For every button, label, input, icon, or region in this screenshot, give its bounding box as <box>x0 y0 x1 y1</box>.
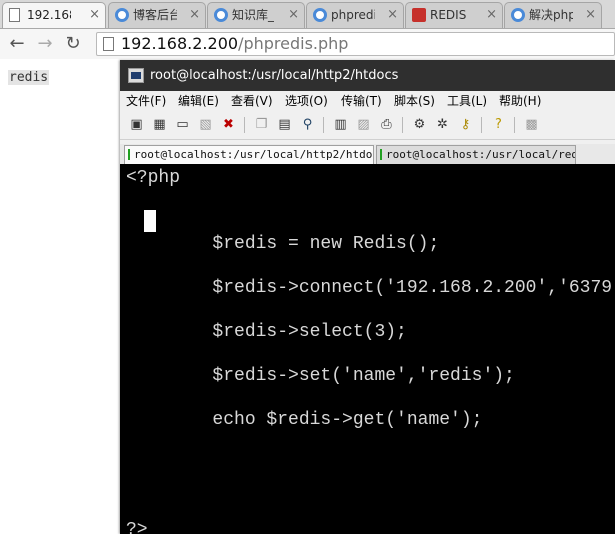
terminal-toolbar: ▣ ▦ ▭ ▧ ✖ ❐ ▤ ⚲ ▥ ▨ ⎙ ⚙ ✲ ⚷ ? ▩ <box>120 111 615 140</box>
url-path: /phpredis.php <box>238 34 349 53</box>
menu-view[interactable]: 查看(V) <box>231 91 273 111</box>
menu-options[interactable]: 选项(O) <box>285 91 328 111</box>
help-icon[interactable]: ? <box>490 116 507 133</box>
menu-tools[interactable]: 工具(L) <box>447 91 487 111</box>
code-line-4: $redis->select(3); <box>126 322 407 342</box>
reload-icon[interactable]: ↻ <box>62 33 84 55</box>
session-tab-redis[interactable]: root@localhost:/usr/local/redis <box>376 145 576 164</box>
terminal-menubar: 文件(F) 编辑(E) 查看(V) 选项(O) 传输(T) 脚本(S) 工具(L… <box>120 91 615 111</box>
code-line-3: $redis->connect('192.168.2.200','6379'); <box>126 278 615 298</box>
terminal-app-icon <box>128 68 144 83</box>
close-icon[interactable]: × <box>189 3 200 27</box>
terminal-window: root@localhost:/usr/local/http2/htdocs 文… <box>120 60 615 534</box>
text-cursor <box>144 210 156 232</box>
browser-tab-4[interactable]: phpredis × <box>306 2 404 28</box>
terminal-console[interactable]: <?php $redis = new Redis(); $redis->conn… <box>120 164 615 534</box>
chrome-icon <box>511 8 525 22</box>
forward-icon[interactable]: → <box>34 33 56 55</box>
session-status-indicator <box>380 149 382 160</box>
code-line-2: $redis = new Redis(); <box>126 234 440 254</box>
keymap-icon[interactable]: ✲ <box>434 116 451 133</box>
page-icon <box>9 8 20 22</box>
code-line-6: echo $redis->get('name'); <box>126 410 483 430</box>
browser-tab-6[interactable]: 解决php × <box>504 2 602 28</box>
disconnect-all-icon[interactable]: ▧ <box>197 116 214 133</box>
browser-tab-5[interactable]: REDIS × <box>405 2 503 28</box>
copy-icon[interactable]: ❐ <box>253 116 270 133</box>
key-icon[interactable]: ⚷ <box>457 116 474 133</box>
tab-label: 博客后台 <box>133 8 177 22</box>
menu-edit[interactable]: 编辑(E) <box>178 91 219 111</box>
session-tab-htdocs[interactable]: root@localhost:/usr/local/http2/htdocs <box>124 145 374 164</box>
toolbar-separator <box>323 117 324 133</box>
tab-label: REDIS <box>430 8 467 22</box>
code-line-5: $redis->set('name','redis'); <box>126 366 515 386</box>
toolbar-separator <box>244 117 245 133</box>
menu-file[interactable]: 文件(F) <box>126 91 166 111</box>
session-tab-bar: root@localhost:/usr/local/http2/htdocs r… <box>120 144 615 164</box>
print-icon[interactable]: ⎙ <box>378 116 395 133</box>
session-status-indicator <box>128 149 130 160</box>
toolbar-separator <box>514 117 515 133</box>
chrome-icon <box>115 8 129 22</box>
tab-label: 解决php <box>529 8 573 22</box>
menu-help[interactable]: 帮助(H) <box>499 91 541 111</box>
close-icon[interactable]: × <box>387 3 398 27</box>
close-icon[interactable]: × <box>288 3 299 27</box>
session-tab-label: root@localhost:/usr/local/redis <box>386 148 576 161</box>
terminal-title: root@localhost:/usr/local/http2/htdocs <box>150 68 399 83</box>
page-output-text: redis <box>8 70 50 85</box>
page-icon <box>103 37 114 51</box>
open-folder-icon[interactable]: ▭ <box>174 116 191 133</box>
paste-icon[interactable]: ▤ <box>276 116 293 133</box>
browser-tab-strip: 192.168 × 博客后台 × 知识库_ × phpredis × REDIS… <box>0 0 615 29</box>
chrome-icon <box>313 8 327 22</box>
tab-label: 192.168 <box>27 8 71 22</box>
close-icon[interactable]: × <box>486 3 497 27</box>
chrome-icon <box>214 8 228 22</box>
tab-label: phpredis <box>331 8 375 22</box>
toolbar-separator <box>402 117 403 133</box>
print-setup-icon[interactable]: ▥ <box>332 116 349 133</box>
browser-tab-1[interactable]: 192.168 × <box>2 2 106 28</box>
close-icon[interactable]: × <box>89 3 100 27</box>
browser-tab-3[interactable]: 知识库_ × <box>207 2 305 28</box>
toolbar-separator <box>481 117 482 133</box>
session-options-icon[interactable]: ▨ <box>355 116 372 133</box>
url-host: 192.168.2.200 <box>121 34 239 53</box>
session-tab-label: root@localhost:/usr/local/http2/htdocs <box>134 148 374 161</box>
settings-icon[interactable]: ⚙ <box>411 116 428 133</box>
code-line-1: <?php <box>126 168 181 188</box>
menu-script[interactable]: 脚本(S) <box>394 91 435 111</box>
address-bar[interactable]: 192.168.2.200/phpredis.php <box>96 32 615 56</box>
menu-transfer[interactable]: 传输(T) <box>341 91 382 111</box>
new-session-icon[interactable]: ▣ <box>128 116 145 133</box>
reconnect-icon[interactable]: ▦ <box>151 116 168 133</box>
log-icon[interactable]: ▩ <box>523 116 540 133</box>
redis-icon <box>412 8 426 22</box>
tab-label: 知识库_ <box>232 8 275 22</box>
url-text[interactable]: 192.168.2.200/phpredis.php <box>121 33 348 55</box>
page-content: redis <box>0 60 120 534</box>
code-line-7: ?> <box>126 520 148 534</box>
browser-toolbar: ← → ↻ 192.168.2.200/phpredis.php <box>0 29 615 59</box>
close-icon[interactable]: × <box>585 3 596 27</box>
terminal-title-bar[interactable]: root@localhost:/usr/local/http2/htdocs <box>120 60 615 91</box>
find-icon[interactable]: ⚲ <box>299 116 316 133</box>
back-icon[interactable]: ← <box>6 33 28 55</box>
browser-tab-2[interactable]: 博客后台 × <box>108 2 206 28</box>
disconnect-icon[interactable]: ✖ <box>220 116 237 133</box>
